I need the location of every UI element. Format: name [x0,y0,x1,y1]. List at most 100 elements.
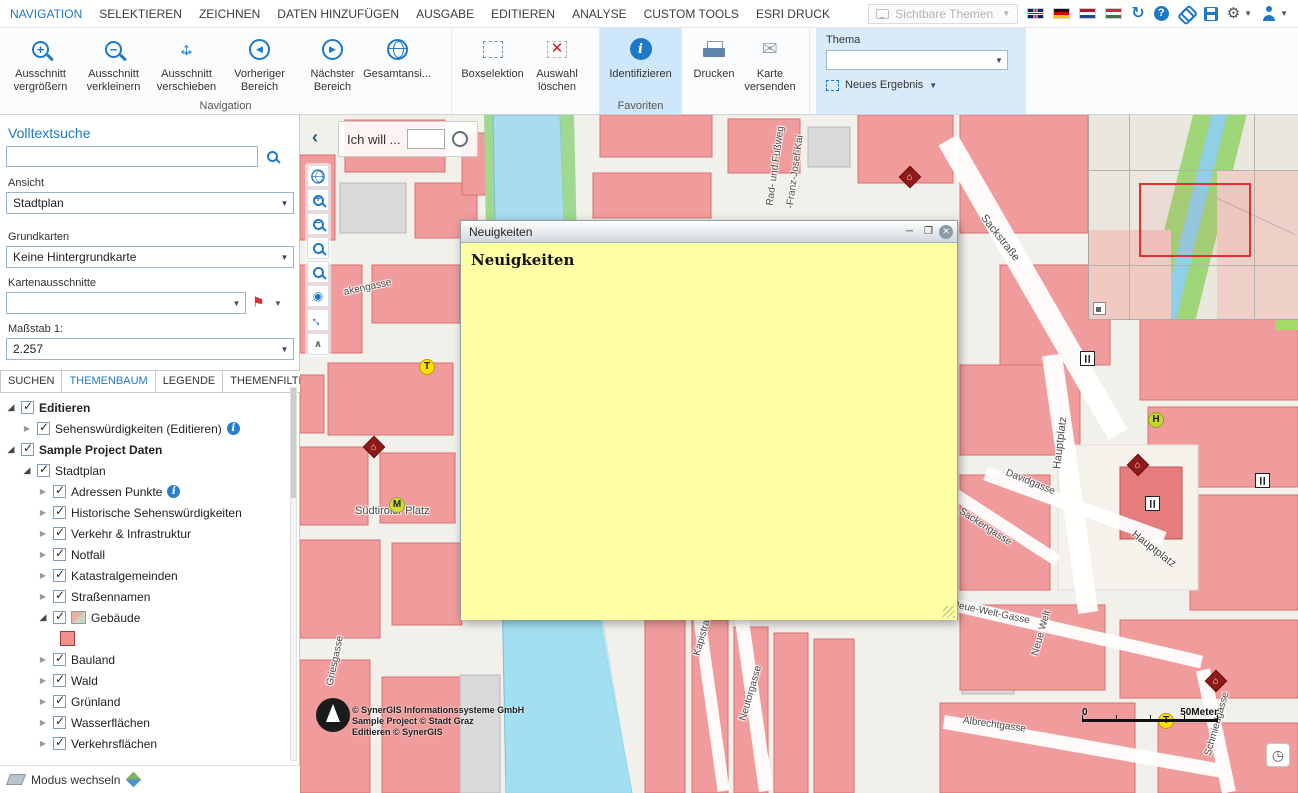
checkbox[interactable] [53,548,66,561]
previous-extent-button[interactable]: ◀ Vorheriger Bereich [223,31,296,93]
checkbox[interactable] [53,569,66,582]
modus-wechseln-button[interactable]: Modus wechseln [0,765,300,793]
tab-legende[interactable]: LEGENDE [156,370,224,393]
expand-icon[interactable]: ▶ [38,487,48,496]
expand-icon[interactable]: ▶ [38,739,48,748]
expand-icon[interactable]: ▶ [38,592,48,601]
ich-will-input[interactable] [407,129,445,149]
expand-icon[interactable]: ◢ [6,444,16,455]
overview-collapse-icon[interactable] [1093,302,1106,315]
tree-item-gebaeude[interactable]: ◢Gebäude [0,607,287,628]
zoom-window-button[interactable] [307,237,329,259]
collapse-toolbar-button[interactable]: ∧ [307,333,329,355]
expand-icon[interactable]: ◢ [38,612,48,623]
link-icon[interactable] [1177,4,1196,23]
box-selection-button[interactable]: Boxselektion [456,31,529,81]
expand-icon[interactable]: ▶ [38,676,48,685]
clear-selection-button[interactable]: ✕ Auswahl löschen [529,31,585,93]
next-extent-button[interactable]: ▶ Nächster Bereich [296,31,369,93]
expand-icon[interactable]: ▶ [38,718,48,727]
history-icon[interactable]: ↻ [1131,6,1144,22]
checkbox[interactable] [53,674,66,687]
ansicht-dropdown[interactable]: Stadtplan ▼ [6,192,294,214]
building-poi-icon[interactable] [1080,351,1095,366]
overview-globe-button[interactable] [307,165,329,187]
full-extent-button[interactable]: Gesamtansi... [369,31,425,81]
sidebar-collapse-button[interactable]: ‹ [312,127,318,148]
scrollbar-thumb[interactable] [291,388,296,498]
flag-hungary-icon[interactable] [1105,8,1122,19]
menu-analyse[interactable]: ANALYSE [572,7,626,21]
zoom-pointer-button[interactable] [307,261,329,283]
expand-icon[interactable]: ◢ [6,402,16,413]
full-extent-button[interactable]: ↔ [307,309,329,331]
transit-poi-icon[interactable]: M [389,497,405,513]
overview-extent-rectangle[interactable] [1139,183,1251,257]
menu-navigation[interactable]: NAVIGATION [10,7,82,21]
map-zoom-in-button[interactable]: + [307,189,329,211]
flag-germany-icon[interactable] [1053,8,1070,19]
tree-item-wasserflaechen[interactable]: ▶Wasserflächen [0,712,287,733]
tree-item-adressen-punkte[interactable]: ▶Adressen Punktei [0,481,287,502]
pan-button[interactable]: ↔↕ Ausschnitt verschieben [150,31,223,93]
menu-daten-hinzufuegen[interactable]: DATEN HINZUFÜGEN [277,7,399,21]
menu-zeichnen[interactable]: ZEICHNEN [199,7,260,21]
tree-item-editieren[interactable]: ◢Editieren [0,397,287,418]
overview-map[interactable] [1088,115,1298,320]
menu-ausgabe[interactable]: AUSGABE [416,7,474,21]
menu-custom-tools[interactable]: CUSTOM TOOLS [644,7,739,21]
send-map-button[interactable]: ✉ Karte versenden [742,31,798,93]
expand-icon[interactable]: ▶ [38,697,48,706]
gear-icon[interactable]: ⚙ [1227,6,1240,21]
tree-item-bauland[interactable]: ▶Bauland [0,649,287,670]
expand-icon[interactable]: ▶ [38,550,48,559]
tab-themenbaum[interactable]: THEMENBAUM [62,370,155,393]
sidebar-scrollbar[interactable] [290,387,297,761]
tram-stop-icon[interactable]: T [419,359,435,375]
tree-item-sample-project[interactable]: ◢Sample Project Daten [0,439,287,460]
sichtbare-themen-dropdown[interactable]: Sichtbare Themen ▼ [868,4,1018,24]
checkbox[interactable] [53,695,66,708]
building-poi-icon[interactable] [1255,473,1270,488]
tree-item-strassennamen[interactable]: ▶Straßennamen [0,586,287,607]
expand-icon[interactable]: ◢ [22,465,32,476]
neues-ergebnis-dropdown[interactable]: Neues Ergebnis ▼ [826,79,1016,91]
tree-item-verkehr-infrastruktur[interactable]: ▶Verkehr & Infrastruktur [0,523,287,544]
tree-item-wald[interactable]: ▶Wald [0,670,287,691]
tree-item-sehenswuerdigkeiten-edit[interactable]: ▶Sehenswürdigkeiten (Editieren)i [0,418,287,439]
expand-icon[interactable]: ▶ [38,571,48,580]
user-icon[interactable] [1261,6,1276,21]
tree-item-notfall[interactable]: ▶Notfall [0,544,287,565]
tree-item-historische-sehenswuerdigkeiten[interactable]: ▶Historische Sehenswürdigkeiten [0,502,287,523]
kartenausschnitte-dropdown[interactable]: ▼ [6,292,246,314]
zoom-in-button[interactable]: + Ausschnitt vergrößern [4,31,77,93]
center-map-button[interactable]: ◉ [307,285,329,307]
checkbox[interactable] [37,464,50,477]
expand-icon[interactable]: ▶ [38,529,48,538]
save-icon[interactable] [1204,7,1218,21]
tree-item-stadtplan[interactable]: ◢Stadtplan [0,460,287,481]
expand-icon[interactable]: ▶ [38,508,48,517]
thema-dropdown[interactable]: ▼ [826,50,1008,70]
expand-icon[interactable]: ▶ [38,655,48,664]
grundkarten-dropdown[interactable]: Keine Hintergrundkarte ▼ [6,246,294,268]
checkbox[interactable] [21,401,34,414]
tree-item-katastralgemeinden[interactable]: ▶Katastralgemeinden [0,565,287,586]
map-viewport[interactable]: akengasse Südtiroler Platz Griesgasse Ka… [300,115,1298,793]
menu-selektieren[interactable]: SELEKTIEREN [99,7,182,21]
checkbox[interactable] [53,506,66,519]
fulltext-search-input[interactable] [6,146,258,167]
tree-item-verkehrsflaechen[interactable]: ▶Verkehrsflächen [0,733,287,754]
identify-button[interactable]: i Identifizieren [604,31,677,81]
building-poi-icon[interactable] [1145,496,1160,511]
info-icon[interactable]: i [227,422,240,435]
massstab-dropdown[interactable]: 2.257 ▼ [6,338,294,360]
window-titlebar[interactable]: Neuigkeiten ─ ❐ ✕ [461,221,957,243]
zoom-out-button[interactable]: − Ausschnitt verkleinern [77,31,150,93]
checkbox[interactable] [21,443,34,456]
tab-suchen[interactable]: SUCHEN [0,370,62,393]
close-icon[interactable]: ✕ [939,225,953,239]
checkbox[interactable] [53,527,66,540]
search-icon[interactable] [267,151,278,162]
checkbox[interactable] [37,422,50,435]
